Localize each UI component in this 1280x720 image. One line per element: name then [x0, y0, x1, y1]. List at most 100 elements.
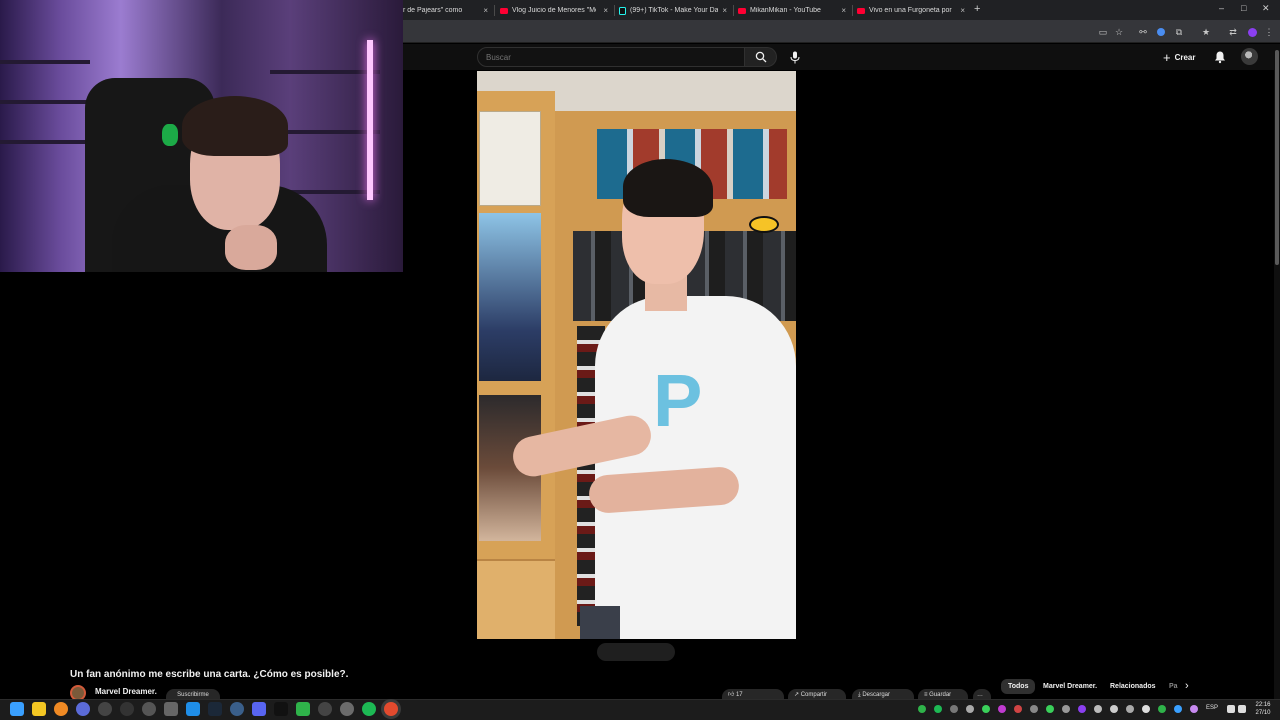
scrollbar-thumb[interactable]: [1275, 50, 1279, 265]
extension-icon[interactable]: ⚯: [1137, 26, 1149, 38]
network-icon[interactable]: [1227, 705, 1235, 713]
close-window-button[interactable]: ✕: [1262, 3, 1270, 14]
browser-tab-4[interactable]: MikanMikan - YouTube ×: [738, 2, 850, 19]
neon-light: [367, 40, 373, 200]
tab-title: MikanMikan - YouTube: [750, 7, 821, 14]
tray-icon[interactable]: [1078, 705, 1086, 713]
more-icon: …: [977, 692, 983, 698]
channel-name[interactable]: Marvel Dreamer.: [95, 687, 157, 696]
youtube-icon: [738, 7, 746, 14]
tray-icon[interactable]: [1094, 705, 1102, 713]
microphone-tray-icon[interactable]: [1190, 705, 1198, 713]
tab-close-icon[interactable]: ×: [479, 6, 492, 15]
profile-icon[interactable]: [1246, 26, 1258, 38]
browser-tab-5[interactable]: Vivo en una Furgoneta por culp ×: [857, 2, 969, 19]
app-icon[interactable]: [296, 702, 310, 716]
steam-icon[interactable]: [208, 702, 222, 716]
tray-icon[interactable]: [1110, 705, 1118, 713]
plus-icon: +: [1163, 49, 1171, 65]
tab-close-icon[interactable]: ×: [718, 6, 731, 15]
create-button[interactable]: + Crear: [1163, 49, 1196, 65]
system-clock[interactable]: 22:16 27/10: [1250, 701, 1276, 717]
streamer-hand: [225, 225, 277, 270]
tray-icon[interactable]: [982, 705, 990, 713]
tab-separator: [494, 5, 495, 16]
account-avatar[interactable]: [1241, 48, 1258, 65]
chip-channel[interactable]: Marvel Dreamer.: [1036, 679, 1104, 694]
app-icon[interactable]: [186, 702, 200, 716]
tiktok-icon: [619, 6, 626, 15]
tray-icon[interactable]: [1174, 705, 1182, 713]
app-icon[interactable]: [230, 702, 244, 716]
tray-icon[interactable]: [1062, 705, 1070, 713]
chevron-right-icon[interactable]: ›: [1185, 680, 1189, 692]
player-controls-pill[interactable]: [597, 643, 675, 661]
tab-close-icon[interactable]: ×: [837, 6, 850, 15]
razer-logo: [162, 124, 178, 146]
extension-icon[interactable]: ⇄: [1227, 26, 1239, 38]
tray-icon[interactable]: [1046, 705, 1054, 713]
new-tab-button[interactable]: +: [974, 3, 980, 15]
tray-icon[interactable]: [998, 705, 1006, 713]
notifications-bell-icon[interactable]: [1213, 50, 1227, 64]
tray-icon[interactable]: [1142, 705, 1150, 713]
search-icon: [755, 51, 766, 63]
browser-menu-icon[interactable]: ⋮: [1263, 26, 1275, 38]
maximize-button[interactable]: □: [1241, 3, 1246, 13]
extensions-puzzle-icon[interactable]: ⧉: [1173, 26, 1185, 38]
video-player[interactable]: P: [477, 71, 796, 639]
tab-title: Vlog Juicio de Menores "Me Ca: [512, 7, 596, 14]
voice-search-button[interactable]: [785, 48, 805, 66]
tab-close-icon[interactable]: ×: [956, 6, 969, 15]
app-icon[interactable]: [98, 702, 112, 716]
sticky-notes-icon[interactable]: [32, 702, 46, 716]
volume-icon[interactable]: [1238, 705, 1246, 713]
browser-tab-2[interactable]: Vlog Juicio de Menores "Me Ca ×: [500, 2, 612, 19]
save-label: Guardar: [929, 692, 952, 698]
app-icon[interactable]: [164, 702, 178, 716]
windows-start-icon[interactable]: [10, 702, 24, 716]
discord-icon[interactable]: [252, 702, 266, 716]
video-person-shirt: [595, 296, 796, 639]
spotify-icon[interactable]: [362, 702, 376, 716]
chrome-icon[interactable]: [384, 702, 398, 716]
app-icon[interactable]: [340, 702, 354, 716]
app-icon[interactable]: [76, 702, 90, 716]
tray-icon[interactable]: [1158, 705, 1166, 713]
tray-icon[interactable]: [934, 705, 942, 713]
video-batman-logo: [749, 216, 779, 233]
chip-more[interactable]: Pa: [1162, 679, 1182, 694]
bookmark-star-icon[interactable]: ☆: [1113, 26, 1125, 38]
reading-list-icon[interactable]: ★: [1200, 26, 1212, 38]
extension-icon[interactable]: [1155, 26, 1167, 38]
tab-separator: [733, 5, 734, 16]
tab-close-icon[interactable]: ×: [599, 6, 612, 15]
tab-separator: [852, 5, 853, 16]
browser-tab-3[interactable]: (99+) TikTok - Make Your Day ×: [619, 2, 731, 19]
tiktok-icon[interactable]: [274, 702, 288, 716]
tray-icon[interactable]: [918, 705, 926, 713]
app-icon[interactable]: [318, 702, 332, 716]
screen: no dejar de Pajears" como × Vlog Juicio …: [0, 0, 1280, 720]
clock-time: 22:16: [1255, 702, 1271, 708]
microphone-icon: [790, 51, 800, 63]
youtube-icon: [500, 7, 508, 14]
search-taskbar-icon[interactable]: [54, 702, 68, 716]
webcam-overlay: [0, 0, 403, 272]
app-icon[interactable]: [142, 702, 156, 716]
video-drawer: [477, 559, 555, 639]
shelf: [270, 70, 380, 74]
tray-icon[interactable]: [950, 705, 958, 713]
install-app-icon[interactable]: ▭: [1097, 26, 1109, 38]
obs-icon[interactable]: [120, 702, 134, 716]
chip-related[interactable]: Relacionados: [1103, 679, 1163, 694]
search-button[interactable]: [745, 47, 777, 67]
chip-todos[interactable]: Todos: [1001, 679, 1036, 694]
tray-icon[interactable]: [966, 705, 974, 713]
tray-icon[interactable]: [1126, 705, 1134, 713]
search-input[interactable]: [477, 47, 745, 67]
tray-icon[interactable]: [1014, 705, 1022, 713]
input-language[interactable]: ESP: [1206, 705, 1218, 711]
minimize-button[interactable]: –: [1219, 3, 1224, 13]
tray-icon[interactable]: [1030, 705, 1038, 713]
